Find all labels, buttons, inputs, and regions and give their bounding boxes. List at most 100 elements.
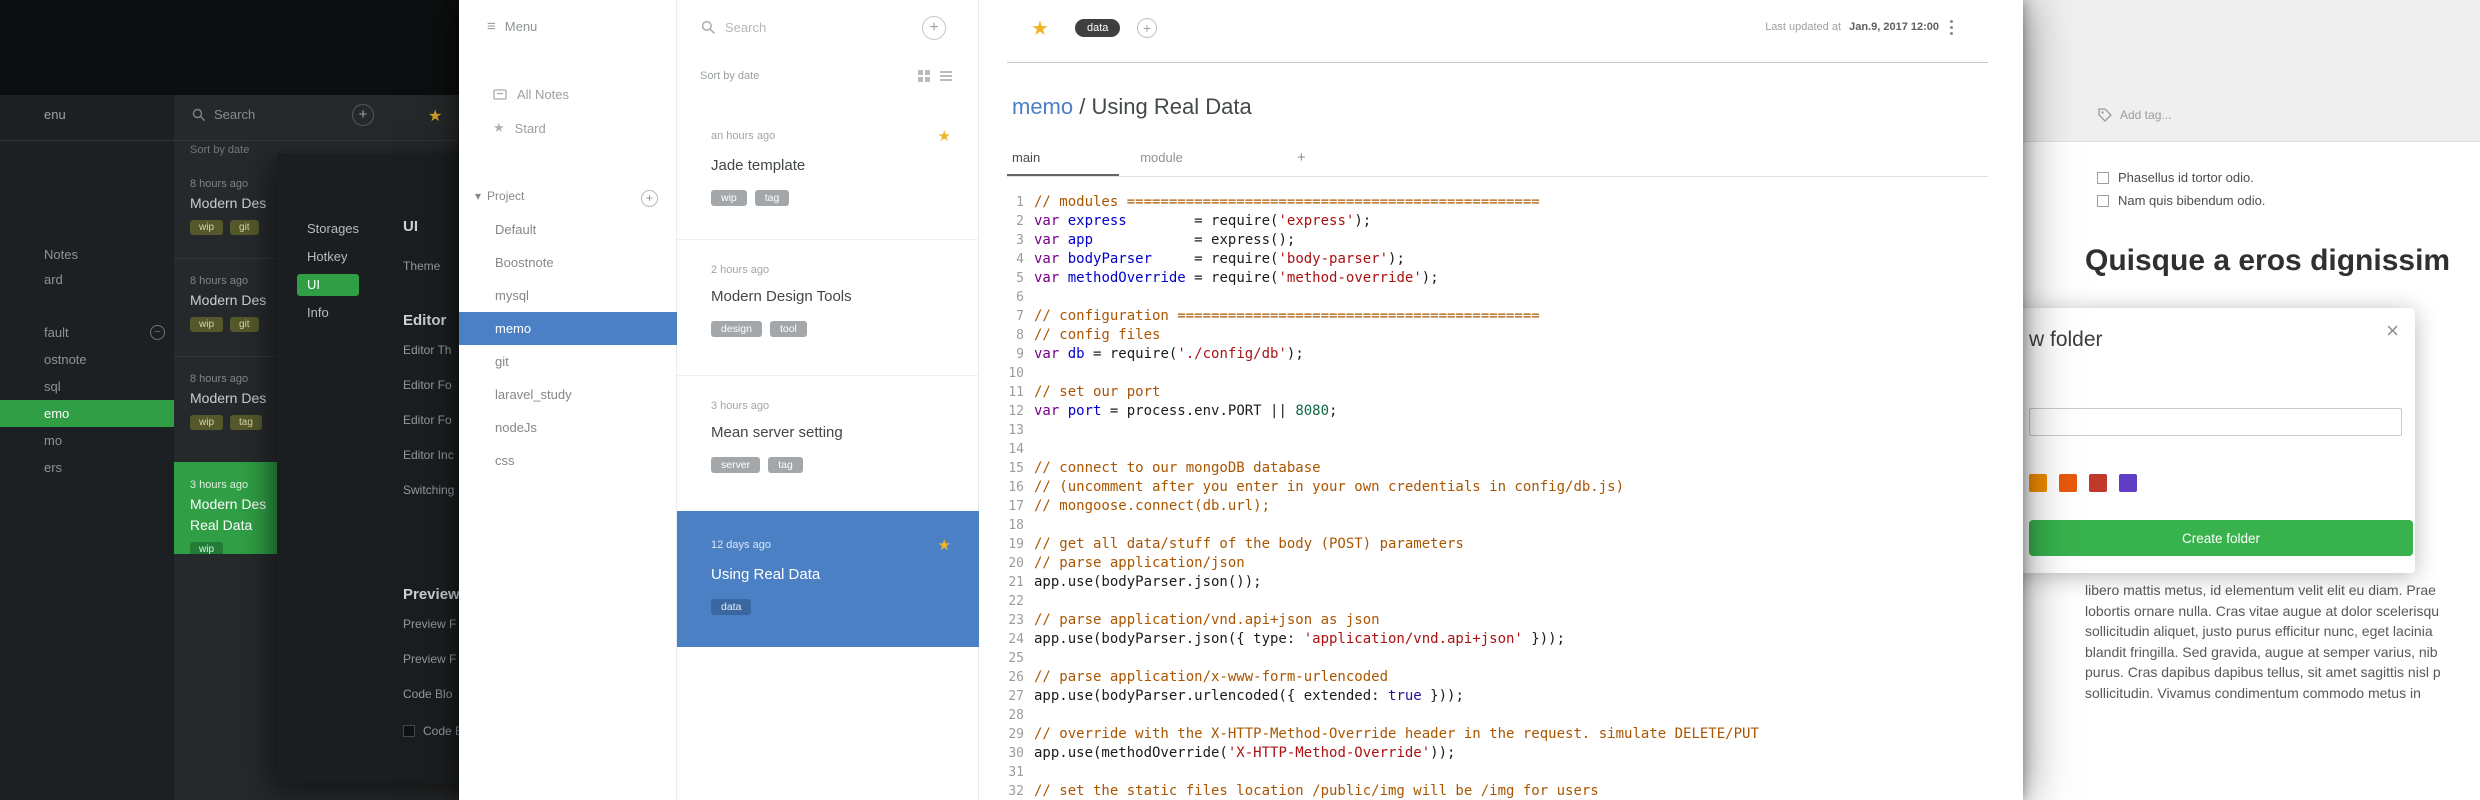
dialog-title: w folder [2029, 328, 2103, 351]
folder-item[interactable]: Boostnote [459, 246, 677, 279]
screen: Notes ard faultostnotesqlemomoers − + Ad… [0, 0, 2480, 800]
settings-item[interactable]: Code Blo [403, 677, 459, 712]
folder-item[interactable]: sql [0, 373, 174, 400]
code-editor[interactable]: // modules =============================… [1034, 193, 2019, 800]
settings-item[interactable]: Preview F [403, 642, 459, 677]
note-date: 12 days ago [711, 539, 771, 551]
color-swatch[interactable] [2029, 474, 2047, 492]
menu-button[interactable]: ≡ Menu [487, 18, 537, 35]
folder-name-input[interactable] [2029, 408, 2402, 436]
search-input[interactable]: Search [192, 107, 255, 122]
grid-view-icon[interactable] [918, 70, 930, 82]
settings-nav-item[interactable]: Storages [297, 215, 387, 243]
code-line: var port = process.env.PORT || 8080; [1034, 403, 1338, 419]
code-line: // parse application/x-www-form-urlencod… [1034, 669, 1389, 685]
code-line: app.use(methodOverride('X-HTTP-Method-Ov… [1034, 745, 1456, 761]
settings-nav-item[interactable]: UI [297, 274, 359, 296]
color-swatch[interactable] [2059, 474, 2077, 492]
new-note-button[interactable]: + [352, 104, 374, 126]
star-toggle-icon[interactable]: ★ [1031, 16, 1049, 41]
breadcrumb-folder[interactable]: memo [1012, 94, 1073, 119]
settings-checkbox-row[interactable]: Code B [403, 724, 459, 738]
folder-item[interactable]: fault [0, 319, 174, 346]
line-number: 17 [1008, 499, 1024, 514]
paragraph-line: purus. Cras dapibus dapibus tellus, sit … [2085, 664, 2441, 680]
tag-pill: wip [711, 190, 747, 206]
note-title: Using Real Data [1091, 94, 1252, 119]
settings-item[interactable]: Editor Fo [403, 368, 459, 403]
line-number: 7 [1016, 309, 1024, 324]
note-list-item[interactable]: 3 hours ago Mean server setting server tag [677, 375, 979, 511]
preview-heading: Quisque a eros dignissim [2085, 244, 2451, 277]
folder-item[interactable]: Default [459, 213, 677, 246]
tab-main[interactable]: main [1012, 150, 1040, 165]
menu-button[interactable]: enu [44, 107, 66, 122]
close-icon[interactable]: × [2386, 320, 2399, 342]
folder-item[interactable]: css [459, 444, 677, 477]
folder-item[interactable]: memo [459, 312, 677, 345]
folder-item[interactable]: emo [0, 400, 174, 427]
line-number: 10 [1008, 366, 1024, 381]
menu-sidebar: ≡ Menu All Notes ★ Stard ▾ Project + Def… [459, 0, 677, 800]
color-swatch[interactable] [2119, 474, 2137, 492]
sidebar-item-all-notes[interactable]: All Notes [493, 87, 569, 102]
settings-item[interactable]: Switching [403, 473, 459, 508]
line-number-gutter: 1 2 3 4 5 6 7 8 9 10 11 12 13 14 15 16 17 18 19 20 21 22 23 24 2… [979, 193, 1024, 800]
note-list-item[interactable]: 2 hours ago Modern Design Tools design tool [677, 239, 979, 375]
note-list-item[interactable]: 12 days ago ★ Using Real Data data [677, 511, 979, 647]
new-note-button[interactable]: + [922, 16, 946, 40]
settings-item[interactable]: Editor Inc [403, 438, 459, 473]
add-tag-button[interactable]: + [1137, 18, 1157, 38]
settings-item[interactable]: Theme [403, 249, 459, 284]
settings-nav-item[interactable]: Hotkey [297, 243, 387, 271]
tab-module[interactable]: module [1140, 150, 1183, 165]
code-line: var app = express(); [1034, 232, 1296, 248]
sidebar-item-all-notes[interactable]: Notes [44, 247, 78, 262]
star-icon[interactable]: ★ [428, 106, 442, 126]
code-line: // modules =============================… [1034, 194, 1540, 210]
checkbox-icon[interactable] [403, 725, 415, 737]
project-group-header[interactable]: ▾ Project [475, 189, 524, 203]
settings-item[interactable]: Preview F [403, 607, 459, 642]
color-swatch[interactable] [2089, 474, 2107, 492]
folder-item[interactable]: mysql [459, 279, 677, 312]
settings-nav-item[interactable]: Info [297, 299, 387, 327]
folder-item[interactable]: mo [0, 427, 174, 454]
sidebar-item-starred[interactable]: ard [44, 272, 63, 287]
last-updated-label: Last updated at [1765, 21, 1842, 33]
folder-item[interactable]: ers [0, 454, 174, 481]
sort-by-control[interactable]: Sort by date [190, 144, 249, 156]
note-tag-pill[interactable]: data [1075, 19, 1121, 37]
search-input[interactable]: Search [701, 20, 766, 35]
search-placeholder: Search [725, 20, 767, 35]
tag-pill: tag [230, 415, 262, 430]
tag-pill: server [711, 457, 761, 473]
folder-item[interactable]: ostnote [0, 346, 174, 373]
kebab-menu-icon[interactable] [1950, 20, 1953, 35]
circle-minus-icon[interactable]: − [150, 325, 165, 340]
settings-item[interactable]: Editor Th [403, 333, 459, 368]
folder-item[interactable]: nodeJs [459, 411, 677, 444]
settings-item[interactable]: Editor Fo [403, 403, 459, 438]
tag-pill: data [711, 599, 752, 615]
add-tag-input[interactable]: Add tag... [2098, 108, 2171, 122]
sidebar-item-starred[interactable]: ★ Stard [493, 120, 546, 136]
checklist: Phasellus id tortor odio. Nam quis bibend… [2097, 166, 2265, 212]
all-notes-label: All Notes [517, 87, 570, 102]
add-folder-button[interactable]: + [641, 190, 658, 207]
folder-item[interactable]: git [459, 345, 677, 378]
folder-item[interactable]: laravel_study [459, 378, 677, 411]
add-snippet-tab-button[interactable]: + [1297, 149, 1306, 166]
sort-by-control[interactable]: Sort by date [700, 70, 759, 82]
note-list-item[interactable]: an hours ago ★ Jade template wip tag [677, 103, 979, 239]
checklist-item[interactable]: Nam quis bibendum odio. [2097, 189, 2265, 212]
checklist-item[interactable]: Phasellus id tortor odio. [2097, 166, 2265, 189]
main-window: ≡ Menu All Notes ★ Stard ▾ Project + Def… [459, 0, 2023, 800]
folder-list: Default Boostnote mysql memo git laravel_stud… [459, 213, 677, 477]
tag-pill: tag [768, 457, 803, 473]
list-view-icon[interactable] [940, 70, 952, 82]
create-folder-button[interactable]: Create folder [2029, 520, 2413, 556]
